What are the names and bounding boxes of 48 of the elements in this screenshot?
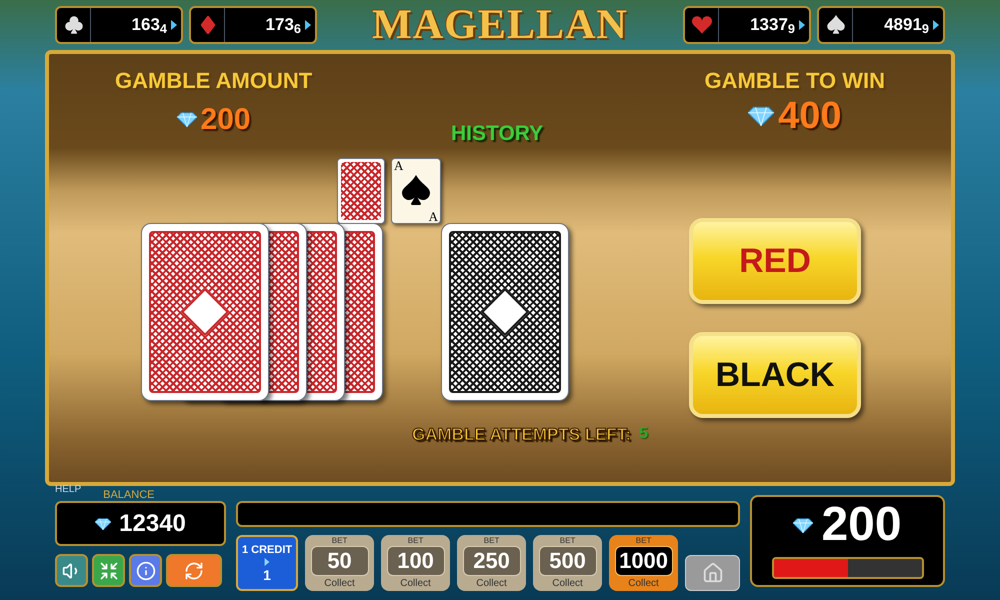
autoplay-button[interactable]	[166, 554, 222, 587]
bet-button[interactable]: BET 100 Collect	[381, 535, 450, 591]
gem-icon	[176, 112, 197, 127]
home-icon	[702, 562, 724, 584]
color-choice-button[interactable]: BLACK	[689, 332, 861, 418]
balance-value: 12340	[119, 508, 186, 538]
home-button[interactable]	[685, 555, 740, 591]
gamble-amount-label: GAMBLE AMOUNT	[115, 67, 312, 95]
jackpot-value: 173$_{6}$	[264, 14, 302, 38]
bet-button[interactable]: BET 250 Collect	[457, 535, 526, 591]
bet-button[interactable]: BET 500 Collect	[533, 535, 602, 591]
play-icon	[171, 20, 177, 30]
game-logo: MAGELLAN	[371, 0, 629, 50]
color-choice-button[interactable]: RED	[689, 218, 861, 304]
gamble-amount-value: 200	[200, 102, 251, 138]
bet-button[interactable]: BET 50 Collect	[305, 535, 374, 591]
gem-icon	[95, 518, 112, 530]
info-icon	[136, 560, 156, 580]
balance-label: BALANCE	[103, 490, 154, 501]
play-icon	[305, 20, 311, 30]
win-value: 200	[821, 501, 902, 549]
jackpot-value: 163$_{4}$	[130, 14, 168, 38]
gamble-to-win-value: 400	[778, 97, 842, 135]
attempts-label: GAMBLE ATTEMPTS LEFT:	[412, 424, 632, 446]
gamble-to-win-label: GAMBLE TO WIN	[704, 67, 885, 95]
help-label: HELP	[55, 485, 82, 497]
jackpot-value: 1337$_{9}$	[749, 14, 796, 38]
heart-icon	[692, 15, 712, 35]
history-title: HISTORY	[451, 121, 544, 147]
card-rank: A	[394, 159, 404, 172]
info-button[interactable]	[129, 554, 162, 587]
credit-button[interactable]: 1 CREDIT 1	[236, 535, 298, 591]
play-icon	[799, 20, 805, 30]
spade-icon	[826, 15, 846, 35]
play-icon	[264, 558, 270, 566]
attempts-value: 5	[639, 424, 648, 444]
spade-icon	[400, 175, 432, 207]
gem-icon	[748, 106, 774, 126]
fullscreen-button[interactable]	[92, 554, 125, 587]
bet-button[interactable]: BET 1000 Collect	[609, 535, 678, 591]
club-icon	[64, 15, 84, 35]
gem-icon	[793, 518, 814, 532]
shrink-icon	[98, 560, 118, 580]
repeat-icon	[184, 560, 204, 580]
card-rank: A	[428, 210, 438, 223]
play-icon	[933, 20, 939, 30]
jackpot-value: 4891$_{9}$	[883, 14, 930, 38]
sound-button[interactable]	[55, 554, 88, 587]
